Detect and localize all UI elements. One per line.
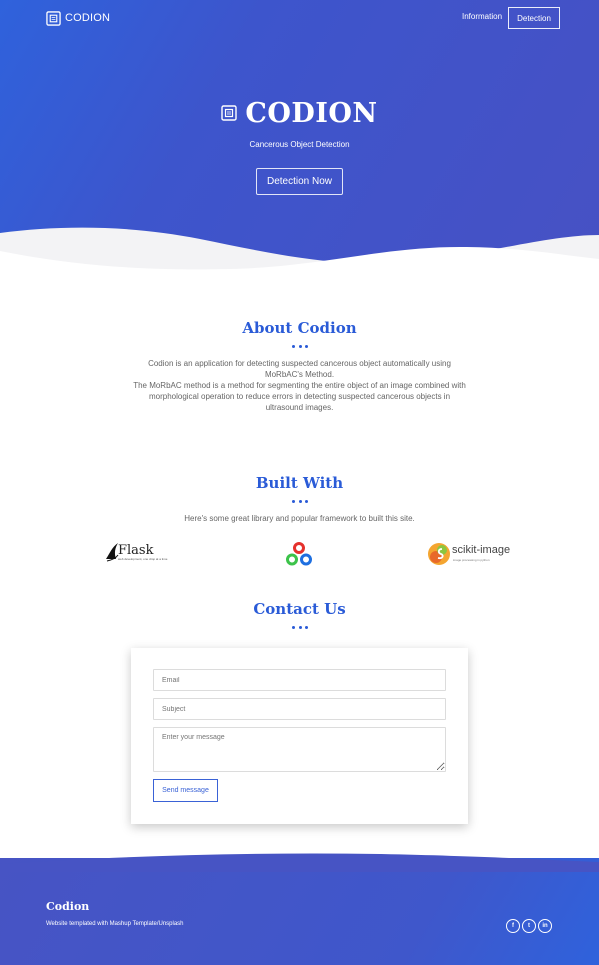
about-paragraph: The MoRbAC method is a method for segmen… [133,381,466,412]
scikit-image-logo-icon[interactable] [427,542,451,566]
about-paragraph: Codion is an application for detecting s… [148,359,451,379]
footer [0,858,599,965]
flask-logo-label: Flask [118,543,154,558]
twitter-icon[interactable]: t [522,919,536,933]
facebook-icon[interactable]: f [506,919,520,933]
subject-input[interactable] [153,698,446,720]
footer-wave [0,853,599,872]
detection-now-button[interactable]: Detection Now [256,168,343,195]
built-with-subtitle: Here's some great library and popular fr… [184,514,415,523]
built-with-title: Built With [255,474,344,492]
about-description: Codion is an application for detecting s… [130,358,469,413]
nav-link-detection[interactable]: Detection [508,7,560,29]
contact-divider-dots [292,626,308,630]
nav-link-information[interactable]: Information [462,12,502,21]
hero-wave [0,227,599,285]
about-title: About Codion [242,319,357,337]
opencv-logo-icon[interactable] [286,542,312,566]
hero-title-text: CODION [245,97,378,129]
about-divider-dots [292,345,308,349]
email-input[interactable] [153,669,446,691]
flask-logo-tagline: web development, one drop at a time [118,557,168,561]
scikit-image-logo-tagline: image processing in python [453,558,490,562]
linkedin-icon[interactable]: in [538,919,552,933]
codion-logo-icon [46,10,61,26]
scikit-image-logo-label: scikit-image [452,544,511,556]
contact-title: Contact Us [253,600,346,618]
footer-brand: Codion [46,900,90,913]
nav-brand-label: CODION [65,12,111,24]
codion-logo-icon [221,105,238,121]
message-textarea[interactable] [153,727,446,772]
hero-subtitle: Cancerous Object Detection [249,140,350,149]
built-with-divider-dots [292,500,308,504]
nav-brand[interactable]: CODION [46,10,110,26]
hero-title: CODION [0,95,599,131]
footer-credit: Website templated with Mashup Template/U… [46,921,184,927]
send-message-button[interactable]: Send message [153,779,218,802]
